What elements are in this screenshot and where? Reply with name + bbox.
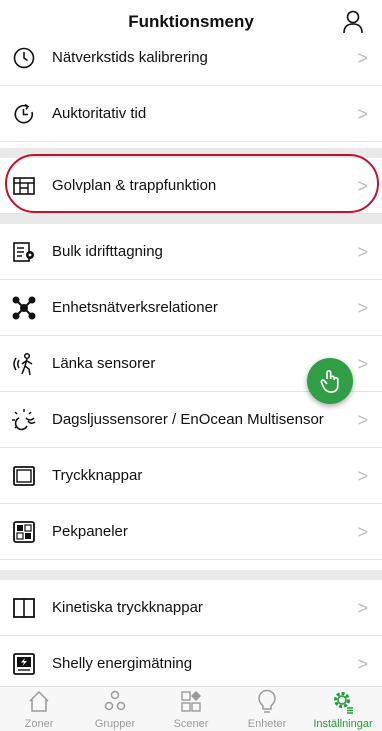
section-separator [0, 214, 382, 224]
menu-item-label: Auktoritativ tid [52, 105, 147, 122]
tap-hand-button[interactable] [307, 358, 353, 404]
groups-icon [104, 690, 126, 711]
menu-item-label: Tryckknappar [52, 467, 143, 484]
daylight-sensor-icon [12, 409, 36, 431]
tab-label: Grupper [94, 718, 136, 730]
link-sensor-icon [13, 352, 33, 376]
chevron-right-icon: > [357, 242, 368, 262]
menu-item-label: Kinetiska tryckknappar [52, 599, 203, 616]
tab-label: Inställningar [313, 718, 373, 730]
menu-item-bulk-commissioning[interactable]: Bulk idrifttagning > [0, 224, 382, 280]
network-icon [12, 296, 36, 320]
menu-item-pushbuttons[interactable]: Tryckknappar > [0, 448, 382, 504]
tab-label: Enheter [247, 718, 287, 730]
menu-item-device-network-relations[interactable]: Enhetsnätverksrelationer > [0, 280, 382, 336]
chevron-right-icon: > [357, 522, 368, 542]
clock-icon [13, 47, 35, 69]
scenes-icon [181, 691, 201, 712]
menu-item-label: Länka sensorer [52, 355, 156, 372]
chevron-right-icon: > [357, 598, 368, 618]
tab-label: Zoner [24, 718, 54, 730]
chevron-right-icon: > [357, 298, 368, 318]
bulb-icon [258, 689, 276, 713]
chevron-right-icon: > [357, 354, 368, 374]
home-icon [29, 690, 49, 712]
chevron-right-icon: > [357, 410, 368, 430]
menu-item-authoritative-time[interactable]: Auktoritativ tid > [0, 86, 382, 142]
menu-item-label: Dagsljussensorer / EnOcean Multisensor [52, 411, 324, 428]
menu-item-kinetic-pushbuttons[interactable]: Kinetiska tryckknappar > [0, 580, 382, 636]
tab-grupper[interactable]: Grupper [77, 687, 153, 731]
settings-icon [334, 692, 353, 714]
menu-item-label: Golvplan & trappfunktion [52, 177, 217, 194]
tap-hand-icon [320, 369, 339, 393]
menu-item-label: Nätverkstids kalibrering [52, 49, 208, 66]
tab-scener[interactable]: Scener [153, 687, 229, 731]
tab-enheter[interactable]: Enheter [229, 687, 305, 731]
energy-meter-icon [13, 653, 35, 675]
menu-item-touch-panels[interactable]: Pekpaneler > [0, 504, 382, 560]
tab-label: Scener [173, 718, 209, 730]
page-title: Funktionsmeny [128, 12, 254, 31]
chevron-right-icon: > [357, 176, 368, 196]
menu-item-network-time-calibration[interactable]: Nätverkstids kalibrering > [0, 36, 382, 86]
kinetic-button-icon [13, 598, 35, 618]
menu-item-shelly-energy-metering[interactable]: Shelly energimätning > [0, 636, 382, 686]
menu-item-label: Shelly energimätning [52, 655, 193, 672]
section-separator [0, 148, 382, 158]
section-separator [0, 570, 382, 580]
chevron-right-icon: > [357, 654, 368, 674]
tab-installningar[interactable]: Inställningar [305, 687, 381, 731]
user-icon[interactable] [342, 10, 364, 34]
bulk-commission-icon [13, 242, 34, 262]
chevron-right-icon: > [357, 466, 368, 486]
floorplan-icon [13, 177, 35, 195]
touchpanel-icon [13, 521, 35, 543]
pushbutton-icon [13, 466, 35, 486]
clock-sync-icon [14, 103, 34, 124]
chevron-right-icon: > [357, 104, 368, 124]
bottom-tab-bar: Zoner Grupper Scener Enheter Inställning… [0, 686, 382, 731]
menu-item-label: Enhetsnätverksrelationer [52, 299, 218, 316]
chevron-right-icon: > [357, 48, 368, 68]
tab-zoner[interactable]: Zoner [1, 687, 77, 731]
menu-item-label: Pekpaneler [52, 523, 128, 540]
menu-item-floorplan-stairs[interactable]: Golvplan & trappfunktion > [0, 158, 382, 214]
menu-item-label: Bulk idrifttagning [52, 243, 163, 260]
